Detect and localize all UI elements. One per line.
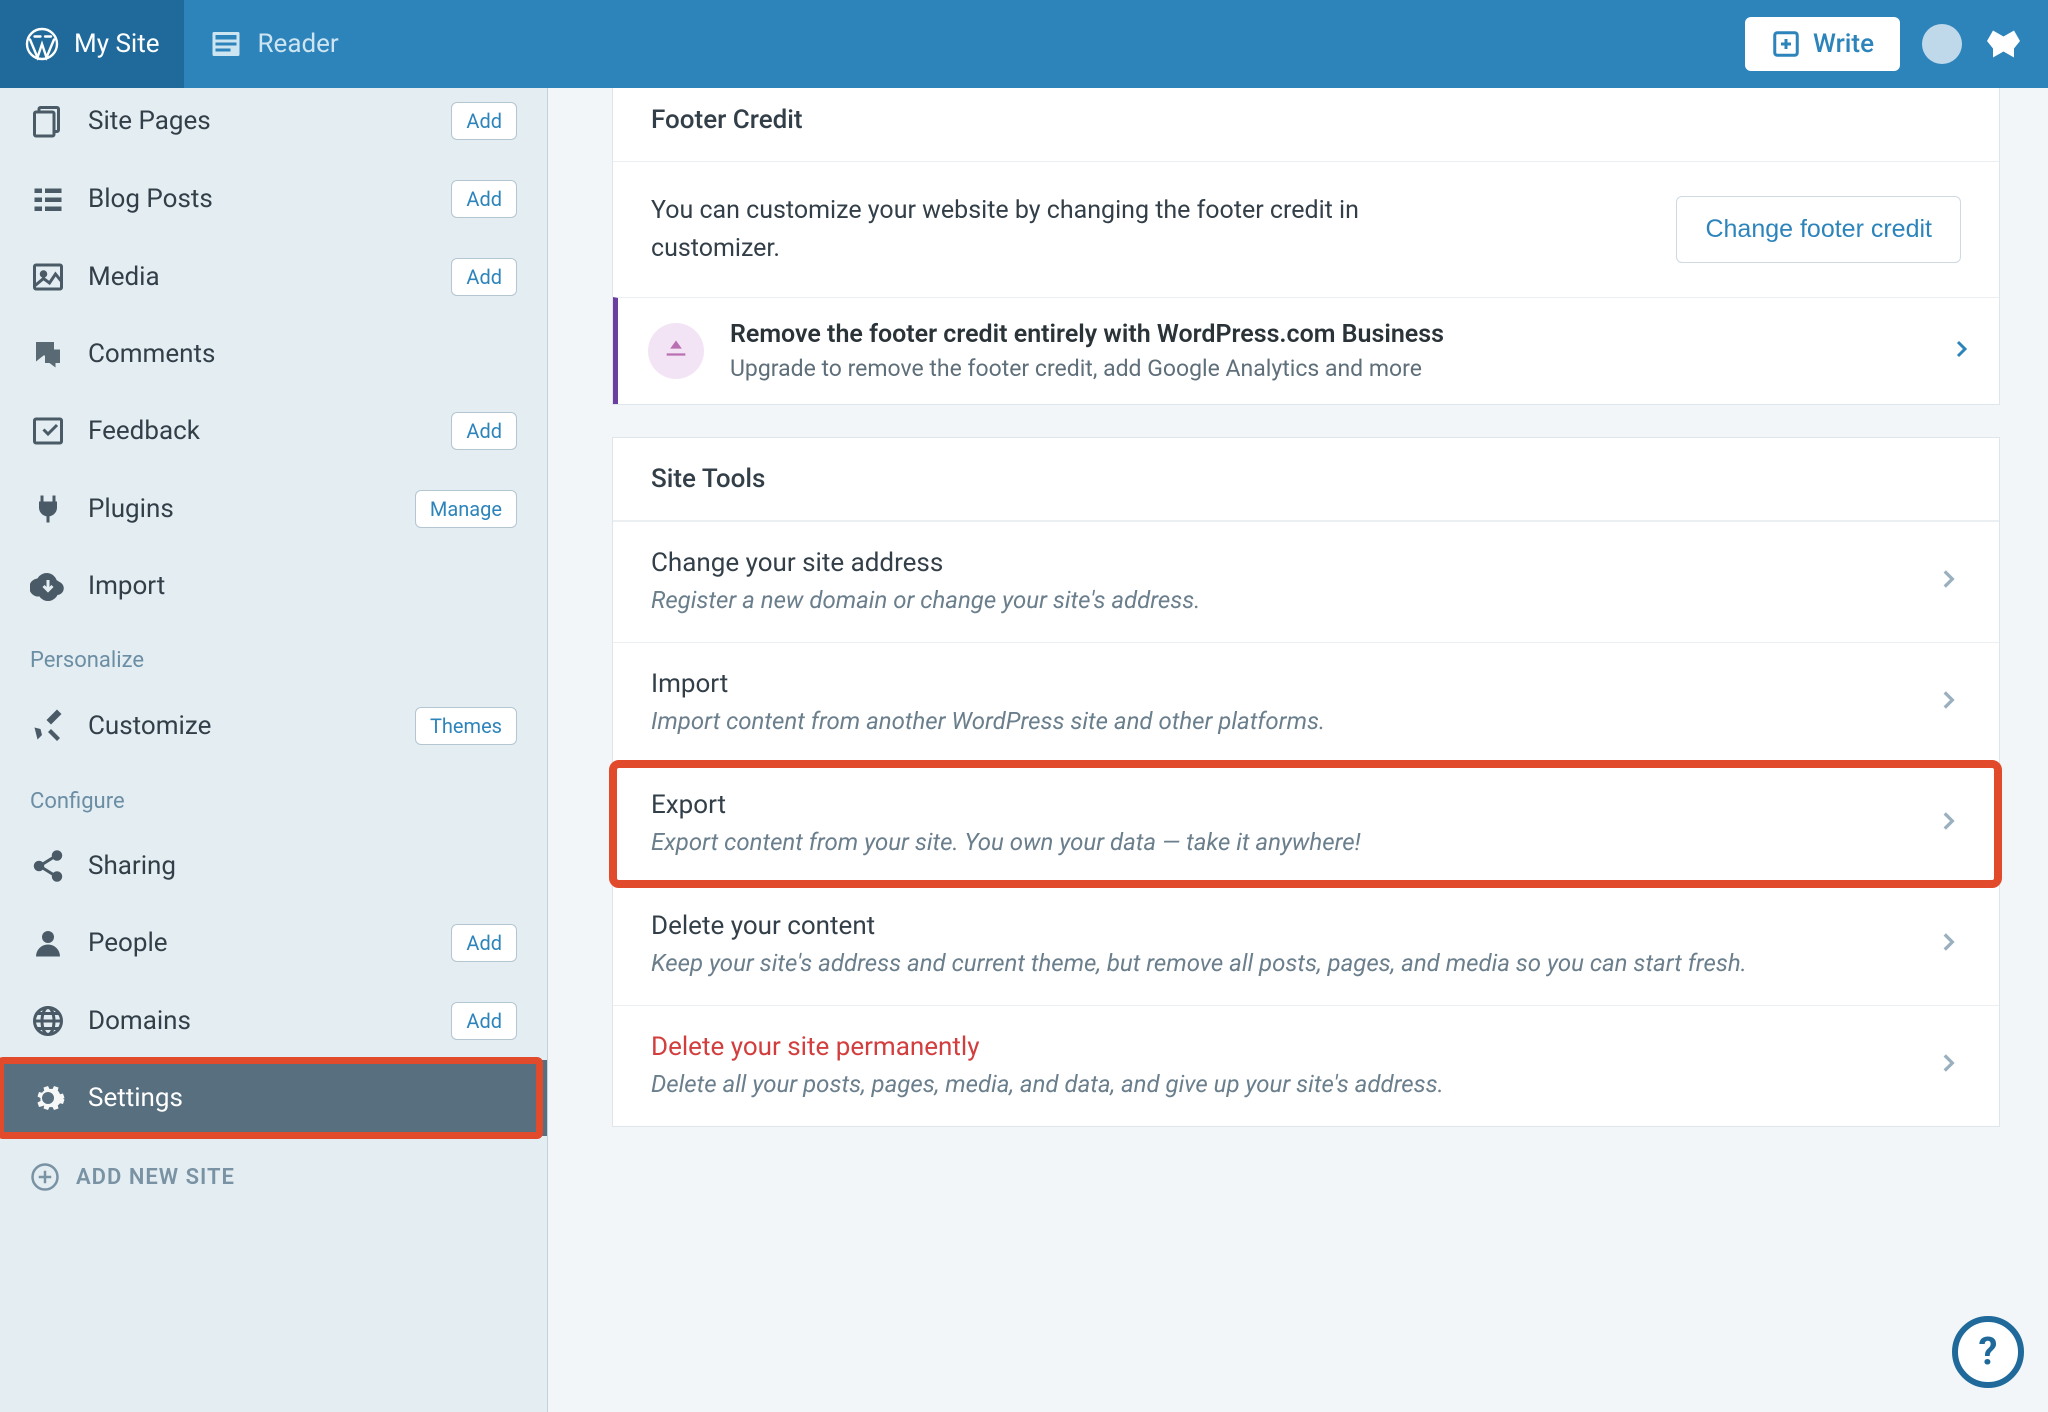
add-button[interactable]: Add (451, 412, 517, 450)
tool-title: Change your site address (651, 548, 1911, 578)
sidebar: Site Pages Add Blog Posts Add Media Add … (0, 88, 548, 1412)
tool-sub: Import content from another WordPress si… (651, 707, 1911, 735)
sidebar-item-label: Sharing (88, 851, 517, 881)
chevron-right-icon (1935, 929, 1961, 959)
masterbar-mysite-label: My Site (74, 29, 160, 59)
add-button[interactable]: Add (451, 1002, 517, 1040)
help-icon: ? (1979, 1330, 1998, 1374)
tool-export[interactable]: Export Export content from your site. Yo… (613, 763, 1999, 884)
tool-title: Delete your content (651, 911, 1911, 941)
chevron-right-icon (1935, 808, 1961, 838)
sidebar-item-label: People (88, 928, 429, 958)
settings-icon (30, 1080, 66, 1116)
tool-sub: Delete all your posts, pages, media, and… (651, 1070, 1911, 1098)
avatar[interactable] (1922, 24, 1962, 64)
sidebar-item-settings[interactable]: Settings (0, 1060, 547, 1136)
sidebar-item-label: Blog Posts (88, 184, 429, 214)
masterbar-reader[interactable]: Reader (184, 0, 363, 88)
sharing-icon (30, 848, 66, 884)
import-icon (30, 568, 66, 604)
main-content: Footer Credit You can customize your web… (548, 88, 2048, 1412)
tool-title: Import (651, 669, 1911, 699)
add-button[interactable]: Add (451, 924, 517, 962)
customize-icon (30, 708, 66, 744)
masterbar-right: Write (1745, 0, 2048, 88)
sidebar-item-comments[interactable]: Comments (0, 316, 547, 392)
help-button[interactable]: ? (1952, 1316, 2024, 1388)
sidebar-item-people[interactable]: People Add (0, 904, 547, 982)
sidebar-item-blogposts[interactable]: Blog Posts Add (0, 160, 547, 238)
masterbar-mysite[interactable]: My Site (0, 0, 184, 88)
sidebar-item-label: Settings (88, 1083, 517, 1113)
tool-sub: Export content from your site. You own y… (651, 828, 1911, 856)
site-tools-card: Site Tools Change your site address Regi… (612, 437, 2000, 1127)
sidebar-item-label: Import (88, 571, 517, 601)
footer-upsell[interactable]: Remove the footer credit entirely with W… (613, 297, 1999, 404)
sidebar-item-label: Comments (88, 339, 517, 369)
domains-icon (30, 1003, 66, 1039)
add-button[interactable]: Add (451, 258, 517, 296)
sidebar-item-customize[interactable]: Customize Themes (0, 687, 547, 765)
comments-icon (30, 336, 66, 372)
tool-delete-content[interactable]: Delete your content Keep your site's add… (613, 884, 1999, 1005)
section-personalize: Personalize (0, 624, 547, 687)
sidebar-item-plugins[interactable]: Plugins Manage (0, 470, 547, 548)
tool-sub: Register a new domain or change your sit… (651, 586, 1911, 614)
write-label: Write (1813, 29, 1874, 59)
tool-title: Export (651, 790, 1911, 820)
posts-icon (30, 181, 66, 217)
sidebar-item-label: Domains (88, 1006, 429, 1036)
write-icon (1771, 29, 1801, 59)
chevron-right-icon (1935, 1050, 1961, 1080)
footer-credit-card: Footer Credit You can customize your web… (612, 88, 2000, 405)
sidebar-item-label: Customize (88, 711, 393, 741)
add-button[interactable]: Add (451, 180, 517, 218)
sidebar-item-sharing[interactable]: Sharing (0, 828, 547, 904)
sidebar-item-import[interactable]: Import (0, 548, 547, 624)
pages-icon (30, 103, 66, 139)
masterbar-reader-label: Reader (258, 29, 339, 59)
chevron-right-icon (1949, 337, 1973, 365)
themes-button[interactable]: Themes (415, 707, 517, 745)
sidebar-item-sitepages[interactable]: Site Pages Add (0, 96, 547, 160)
upsell-sub: Upgrade to remove the footer credit, add… (730, 355, 1923, 382)
upsell-icon (648, 323, 704, 379)
sidebar-item-label: Feedback (88, 416, 429, 446)
sidebar-item-media[interactable]: Media Add (0, 238, 547, 316)
wordpress-icon (24, 26, 60, 62)
add-button[interactable]: Add (451, 102, 517, 140)
masterbar: My Site Reader Write (0, 0, 2048, 88)
sidebar-item-label: Site Pages (88, 106, 429, 136)
chevron-right-icon (1935, 687, 1961, 717)
manage-button[interactable]: Manage (415, 490, 517, 528)
add-new-site-label: ADD NEW SITE (76, 1165, 235, 1190)
reader-icon (208, 26, 244, 62)
sidebar-item-domains[interactable]: Domains Add (0, 982, 547, 1060)
tool-import[interactable]: Import Import content from another WordP… (613, 642, 1999, 763)
change-footer-credit-button[interactable]: Change footer credit (1676, 196, 1961, 263)
tool-title: Delete your site permanently (651, 1032, 1911, 1062)
notifications-icon[interactable] (1984, 26, 2020, 62)
chevron-right-icon (1935, 566, 1961, 596)
feedback-icon (30, 413, 66, 449)
tool-delete-site[interactable]: Delete your site permanently Delete all … (613, 1005, 1999, 1126)
add-new-site[interactable]: ADD NEW SITE (0, 1136, 547, 1218)
sidebar-item-label: Plugins (88, 494, 393, 524)
footer-credit-title: Footer Credit (613, 88, 1999, 162)
upsell-title: Remove the footer credit entirely with W… (730, 320, 1923, 349)
tool-change-address[interactable]: Change your site address Register a new … (613, 521, 1999, 642)
media-icon (30, 259, 66, 295)
write-button[interactable]: Write (1745, 17, 1900, 71)
section-configure: Configure (0, 765, 547, 828)
plugins-icon (30, 491, 66, 527)
tool-sub: Keep your site's address and current the… (651, 949, 1911, 977)
site-tools-title: Site Tools (613, 438, 1999, 521)
plus-circle-icon (30, 1162, 60, 1192)
people-icon (30, 925, 66, 961)
sidebar-item-feedback[interactable]: Feedback Add (0, 392, 547, 470)
sidebar-item-label: Media (88, 262, 429, 292)
footer-credit-desc: You can customize your website by changi… (651, 192, 1471, 267)
